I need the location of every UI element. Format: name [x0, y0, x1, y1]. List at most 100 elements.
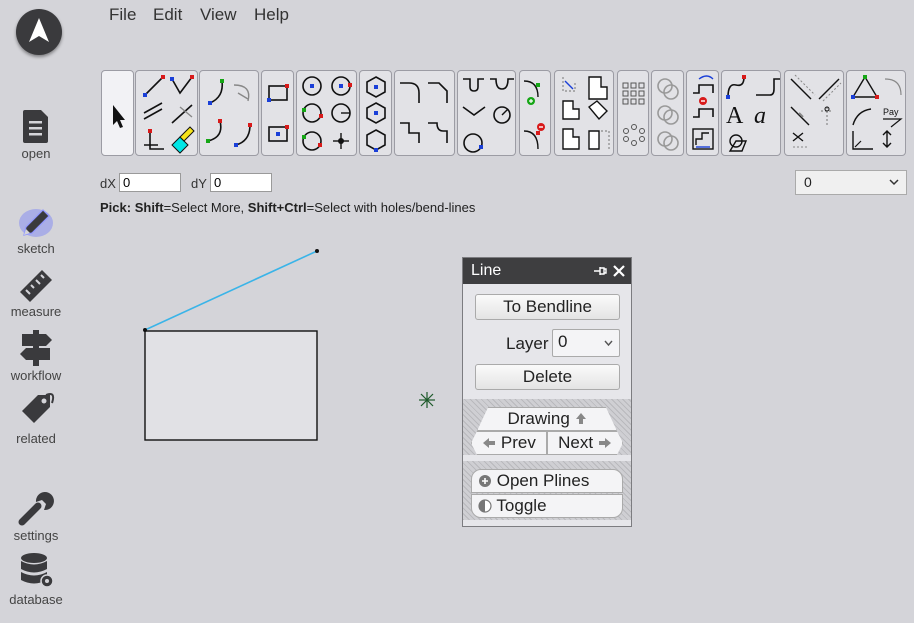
svg-text:Pay: Pay	[883, 107, 899, 117]
nav-measure-label: measure	[10, 304, 62, 319]
nav-related[interactable]: related	[0, 393, 72, 446]
app-logo[interactable]	[16, 9, 62, 55]
nav-workflow[interactable]: workflow	[0, 330, 72, 383]
arrow-up-icon	[575, 413, 586, 424]
hint-text: Pick: Shift=Select More, Shift+Ctrl=Sele…	[100, 200, 475, 215]
layer-label: Layer	[506, 334, 549, 353]
to-bendline-button[interactable]: To Bendline	[475, 294, 620, 320]
array-tools-icon	[622, 82, 645, 146]
nav-settings-label: settings	[13, 528, 59, 543]
chevron-down-icon	[604, 340, 613, 347]
navigation-arrow-icon	[29, 18, 49, 42]
menu-view[interactable]: View	[200, 5, 237, 25]
hint-select-more: =Select More,	[163, 200, 248, 215]
drawing-label: Drawing	[507, 409, 570, 428]
nav-workflow-label: workflow	[10, 368, 62, 383]
tool-group-text[interactable]: A a	[721, 70, 781, 156]
tool-group-offsets[interactable]	[554, 70, 614, 156]
nav-related-label: related	[16, 431, 56, 446]
drawn-rectangle	[144, 330, 318, 441]
line-start-point	[143, 328, 147, 332]
layer-select[interactable]: 0	[795, 170, 907, 195]
polygon-tools-icon	[366, 76, 386, 152]
tool-select[interactable]	[101, 70, 134, 156]
selected-line	[144, 250, 318, 331]
pin-icon[interactable]	[593, 265, 607, 277]
rectangle-tools-icon	[267, 84, 289, 142]
tool-group-annotations[interactable]: Pay	[846, 70, 906, 156]
hint-shift: Shift	[134, 200, 164, 215]
prev-button[interactable]: Prev	[471, 431, 547, 455]
panel-title: Line	[471, 262, 502, 279]
open-plines-button[interactable]: Open Plines	[471, 469, 623, 493]
nav-sketch[interactable]: sketch	[0, 203, 72, 256]
panel-header: Line	[463, 258, 631, 284]
origin-marker	[419, 392, 435, 408]
tag-icon	[22, 393, 55, 423]
next-button[interactable]: Next	[547, 431, 623, 455]
edit-tools-icon	[692, 75, 714, 150]
dx-input[interactable]	[119, 173, 181, 192]
ruler-icon	[20, 270, 52, 302]
menu-edit[interactable]: Edit	[153, 5, 182, 25]
text-tools-icon: A a	[726, 75, 780, 152]
svg-text:A: A	[726, 103, 744, 129]
nav-settings[interactable]: settings	[0, 488, 72, 543]
arrow-right-icon	[598, 438, 611, 448]
hint-pick: Pick	[100, 200, 127, 215]
half-circle-icon	[478, 499, 492, 513]
hint-select-holes: =Select with holes/bend-lines	[306, 200, 476, 215]
layer-select-value: 0	[804, 174, 812, 190]
tool-group-corners[interactable]	[394, 70, 455, 156]
arrow-left-icon	[483, 438, 496, 448]
add-remove-node-icon	[523, 80, 545, 150]
corner-tools-icon	[400, 82, 448, 143]
delete-button[interactable]: Delete	[475, 364, 620, 390]
dx-label: dX	[100, 176, 116, 191]
tool-group-edit[interactable]	[686, 70, 719, 156]
tool-group-boolean[interactable]	[651, 70, 684, 156]
tool-group-lines[interactable]	[135, 70, 198, 156]
circle-tools-icon	[302, 76, 352, 151]
tool-group-add-remove[interactable]	[519, 70, 551, 156]
svg-text:a: a	[754, 103, 766, 129]
open-plines-label: Open Plines	[496, 471, 590, 490]
next-label: Next	[558, 433, 594, 452]
pointer-arrow-icon	[113, 105, 125, 128]
wrench-icon	[18, 492, 54, 526]
offset-tools-icon	[562, 76, 610, 150]
line-end-point	[315, 249, 319, 253]
tool-group-arcs[interactable]	[199, 70, 259, 156]
tool-group-circles[interactable]	[296, 70, 357, 156]
drawing-button[interactable]: Drawing	[477, 407, 617, 431]
arc-tools-icon	[206, 79, 252, 147]
nav-open-label: open	[21, 146, 51, 161]
tool-group-arrays[interactable]	[617, 70, 649, 156]
hint-colon: :	[126, 200, 135, 215]
hint-shift-ctrl: Shift+Ctrl	[247, 200, 307, 215]
database-icon	[21, 553, 54, 588]
prev-label: Prev	[500, 433, 536, 452]
line-panel: Line To Bendline Layer 0 Delete Drawing …	[462, 257, 632, 527]
close-icon[interactable]	[613, 265, 625, 277]
signpost-icon	[20, 330, 52, 366]
dy-input[interactable]	[210, 173, 272, 192]
joint-tools-icon	[462, 78, 514, 153]
tool-group-rectangles[interactable]	[261, 70, 294, 156]
toggle-button[interactable]: Toggle	[471, 494, 623, 518]
menu-help[interactable]: Help	[254, 5, 289, 25]
nav-measure[interactable]: measure	[0, 268, 72, 319]
menu-file[interactable]: File	[109, 5, 136, 25]
panel-layer-select[interactable]: 0	[552, 329, 620, 357]
plus-circle-icon	[479, 475, 491, 487]
nav-database-label: database	[9, 592, 63, 607]
nav-open[interactable]: open	[0, 108, 72, 161]
nav-sketch-label: sketch	[17, 241, 55, 256]
nav-database[interactable]: database	[0, 552, 72, 607]
annotation-tools-icon: Pay	[851, 75, 903, 150]
tool-group-dimensions[interactable]	[784, 70, 844, 156]
tool-group-joints[interactable]	[457, 70, 516, 156]
tool-group-polygons[interactable]	[359, 70, 392, 156]
chevron-down-icon	[889, 179, 899, 186]
panel-layer-value: 0	[558, 332, 568, 351]
